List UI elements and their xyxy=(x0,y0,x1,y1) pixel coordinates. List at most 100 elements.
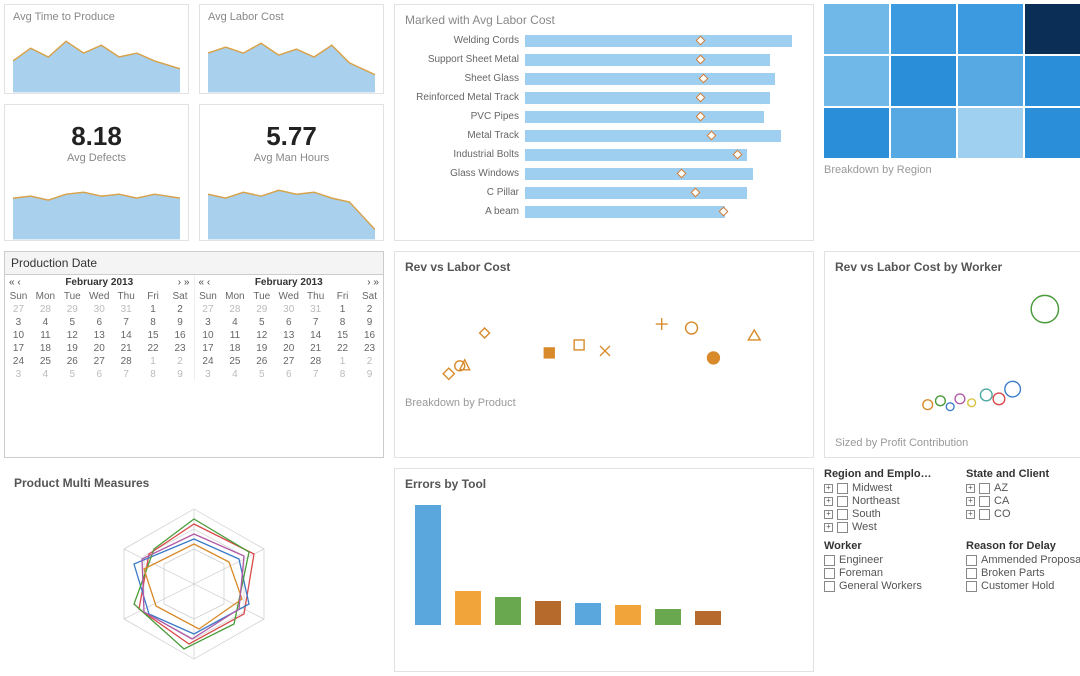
kpi-avg-manhours[interactable]: 5.77 Avg Man Hours xyxy=(199,104,384,241)
expand-icon[interactable]: + xyxy=(966,510,975,519)
checkbox[interactable] xyxy=(966,581,977,592)
cal-day[interactable]: 15 xyxy=(140,329,167,342)
bar[interactable] xyxy=(495,597,521,625)
cal-day[interactable]: 9 xyxy=(167,316,194,329)
bar[interactable] xyxy=(575,603,601,625)
cal-day[interactable]: 25 xyxy=(32,355,59,368)
checkbox[interactable] xyxy=(966,568,977,579)
cal-day[interactable]: 4 xyxy=(32,368,59,381)
cal-day[interactable]: 2 xyxy=(356,303,383,316)
filter-item[interactable]: +CA xyxy=(966,495,1080,507)
heatmap-cell[interactable] xyxy=(891,56,956,106)
cal-day[interactable]: 8 xyxy=(329,368,356,381)
cal-day[interactable]: 26 xyxy=(248,355,275,368)
heatmap-cell[interactable] xyxy=(824,56,889,106)
cal-next-year-icon[interactable]: » xyxy=(184,277,190,288)
checkbox[interactable] xyxy=(979,483,990,494)
heatmap-cell[interactable] xyxy=(1025,108,1080,158)
cal-day[interactable]: 29 xyxy=(248,303,275,316)
cal-day[interactable]: 4 xyxy=(221,368,248,381)
cal-day[interactable]: 25 xyxy=(221,355,248,368)
cal-day[interactable]: 20 xyxy=(275,342,302,355)
hbar-row[interactable]: Reinforced Metal Track xyxy=(405,88,803,107)
cal-day[interactable]: 8 xyxy=(140,368,167,381)
cal-day[interactable]: 18 xyxy=(221,342,248,355)
cal-prev-month-icon[interactable]: ‹ xyxy=(207,277,210,288)
filter-item[interactable]: Broken Parts xyxy=(966,567,1080,579)
filter-item[interactable]: +South xyxy=(824,508,948,520)
checkbox[interactable] xyxy=(824,581,835,592)
cal-day[interactable]: 5 xyxy=(248,368,275,381)
cal-day[interactable]: 1 xyxy=(329,303,356,316)
cal-day[interactable]: 19 xyxy=(59,342,86,355)
heatmap-cell[interactable] xyxy=(824,108,889,158)
cal-day[interactable]: 31 xyxy=(113,303,140,316)
cal-day[interactable]: 11 xyxy=(32,329,59,342)
cal-day[interactable]: 18 xyxy=(32,342,59,355)
bar[interactable] xyxy=(695,611,721,625)
cal-day[interactable]: 17 xyxy=(5,342,32,355)
cal-day[interactable]: 12 xyxy=(248,329,275,342)
heatmap-cell[interactable] xyxy=(891,4,956,54)
cal-day[interactable]: 30 xyxy=(86,303,113,316)
cal-day[interactable]: 16 xyxy=(356,329,383,342)
cal-day[interactable]: 5 xyxy=(248,316,275,329)
checkbox[interactable] xyxy=(966,555,977,566)
cal-day[interactable]: 8 xyxy=(329,316,356,329)
filter-item[interactable]: Customer Hold xyxy=(966,580,1080,592)
cal-day[interactable]: 7 xyxy=(302,368,329,381)
bar[interactable] xyxy=(655,609,681,625)
bubble-plot[interactable] xyxy=(835,278,1079,428)
cal-day[interactable]: 6 xyxy=(275,316,302,329)
cal-day[interactable]: 9 xyxy=(167,368,194,381)
scatter-plot[interactable] xyxy=(405,278,803,388)
heatmap-grid[interactable] xyxy=(824,4,1080,158)
cal-day[interactable]: 12 xyxy=(59,329,86,342)
bar[interactable] xyxy=(535,601,561,625)
filter-item[interactable]: Ammended Proposal xyxy=(966,554,1080,566)
cal-day[interactable]: 2 xyxy=(356,355,383,368)
cal-day[interactable]: 11 xyxy=(221,329,248,342)
cal-day[interactable]: 23 xyxy=(167,342,194,355)
hbar-row[interactable]: PVC Pipes xyxy=(405,107,803,126)
cal-prev-month-icon[interactable]: ‹ xyxy=(17,277,20,288)
cal-day[interactable]: 14 xyxy=(302,329,329,342)
cal-day[interactable]: 26 xyxy=(59,355,86,368)
filter-item[interactable]: +AZ xyxy=(966,482,1080,494)
hbar-row[interactable]: Industrial Bolts xyxy=(405,145,803,164)
checkbox[interactable] xyxy=(837,496,848,507)
kpi-avg-labor[interactable]: Avg Labor Cost xyxy=(199,4,384,94)
cal-day[interactable]: 19 xyxy=(248,342,275,355)
heatmap-cell[interactable] xyxy=(891,108,956,158)
hbar-row[interactable]: Glass Windows xyxy=(405,164,803,183)
hbar-row[interactable]: Welding Cords xyxy=(405,31,803,50)
cal-day[interactable]: 5 xyxy=(59,368,86,381)
checkbox[interactable] xyxy=(979,509,990,520)
hbar-row[interactable]: Support Sheet Metal xyxy=(405,50,803,69)
radar-chart[interactable] xyxy=(64,494,324,664)
cal-day[interactable]: 28 xyxy=(302,355,329,368)
cal-day[interactable]: 7 xyxy=(113,316,140,329)
cal-day[interactable]: 13 xyxy=(86,329,113,342)
kpi-avg-time[interactable]: Avg Time to Produce xyxy=(4,4,189,94)
expand-icon[interactable]: + xyxy=(966,497,975,506)
cal-day[interactable]: 29 xyxy=(59,303,86,316)
cal-day[interactable]: 21 xyxy=(113,342,140,355)
bar-chart[interactable] xyxy=(405,495,803,625)
cal-day[interactable]: 9 xyxy=(356,316,383,329)
checkbox[interactable] xyxy=(837,509,848,520)
bar[interactable] xyxy=(415,505,441,625)
hbar-row[interactable]: Metal Track xyxy=(405,126,803,145)
heatmap-cell[interactable] xyxy=(958,4,1023,54)
hbar-row[interactable]: Sheet Glass xyxy=(405,69,803,88)
cal-day[interactable]: 2 xyxy=(167,355,194,368)
cal-day[interactable]: 2 xyxy=(167,303,194,316)
cal-day[interactable]: 22 xyxy=(329,342,356,355)
cal-day[interactable]: 13 xyxy=(275,329,302,342)
cal-day[interactable]: 31 xyxy=(302,303,329,316)
cal-day[interactable]: 16 xyxy=(167,329,194,342)
checkbox[interactable] xyxy=(824,568,835,579)
expand-icon[interactable]: + xyxy=(824,523,833,532)
cal-day[interactable]: 1 xyxy=(140,355,167,368)
cal-day[interactable]: 27 xyxy=(195,303,222,316)
